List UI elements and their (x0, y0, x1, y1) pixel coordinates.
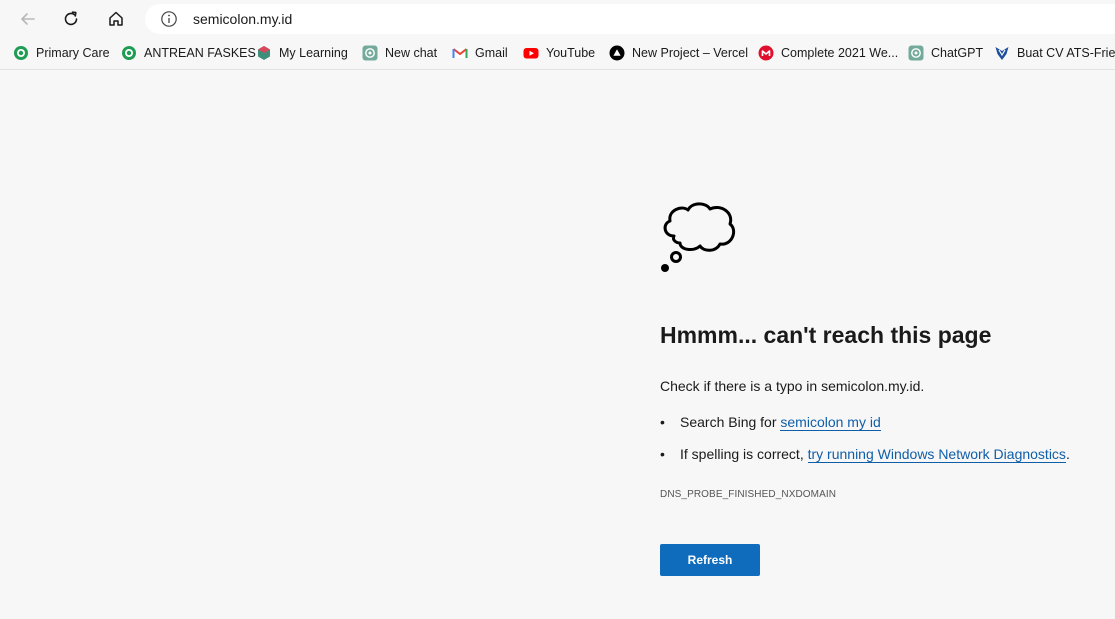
arrow-left-icon (21, 13, 35, 25)
browser-toolbar: semicolon.my.id (0, 0, 1115, 37)
bookmark-chatgpt[interactable]: ChatGPT (908, 42, 983, 64)
cv-builder-icon (995, 47, 1009, 60)
bookmark-my-learning[interactable]: My Learning (256, 42, 348, 64)
address-bar[interactable]: semicolon.my.id (145, 4, 1115, 34)
error-code: DNS_PROBE_FINISHED_NXDOMAIN (660, 489, 837, 500)
page-title: Hmmm... can't reach this page (660, 322, 992, 348)
bookmark-antrean-faskes[interactable]: ANTREAN FASKES (121, 42, 256, 64)
openai-icon (908, 45, 924, 61)
suggestion-network-diagnostics: • If spelling is correct, try running Win… (660, 446, 1070, 463)
search-bing-link[interactable]: semicolon my id (780, 414, 881, 431)
suggestion-search-bing: • Search Bing for semicolon my id (660, 414, 881, 431)
home-icon (109, 11, 123, 26)
refresh-button[interactable]: Refresh (660, 544, 760, 576)
info-icon[interactable] (160, 10, 178, 28)
bullet: • (660, 446, 665, 462)
reload-icon (64, 11, 78, 26)
home-button[interactable] (101, 4, 131, 34)
bookmark-new-chat[interactable]: New chat (362, 42, 437, 64)
bookmark-complete-2021[interactable]: Complete 2021 We... (758, 42, 898, 64)
vercel-icon (609, 45, 625, 61)
youtube-icon (523, 48, 539, 59)
openai-icon (362, 45, 378, 61)
reload-button[interactable] (56, 4, 86, 34)
bookmarks-bar: Primary Care ANTREAN FASKES My Learning … (0, 37, 1115, 70)
network-diagnostics-link[interactable]: try running Windows Network Diagnostics (807, 446, 1066, 463)
bullet: • (660, 414, 665, 430)
bookmark-buat-cv[interactable]: Buat CV ATS-Frien (994, 42, 1115, 64)
gmail-icon (452, 48, 468, 58)
udemy-icon (758, 45, 774, 61)
url-text[interactable]: semicolon.my.id (193, 11, 292, 27)
typo-hint: Check if there is a typo in semicolon.my… (660, 378, 925, 394)
bpjs-green-icon (14, 46, 28, 60)
bookmark-gmail[interactable]: Gmail (452, 42, 508, 64)
bookmark-youtube[interactable]: YouTube (523, 42, 595, 64)
bpjs-green-icon (122, 46, 136, 60)
codecademy-icon (258, 46, 270, 60)
bookmark-vercel[interactable]: New Project – Vercel (609, 42, 748, 64)
back-button[interactable] (13, 4, 43, 34)
thought-cloud-icon (661, 202, 736, 272)
bookmark-primary-care[interactable]: Primary Care (13, 42, 110, 64)
